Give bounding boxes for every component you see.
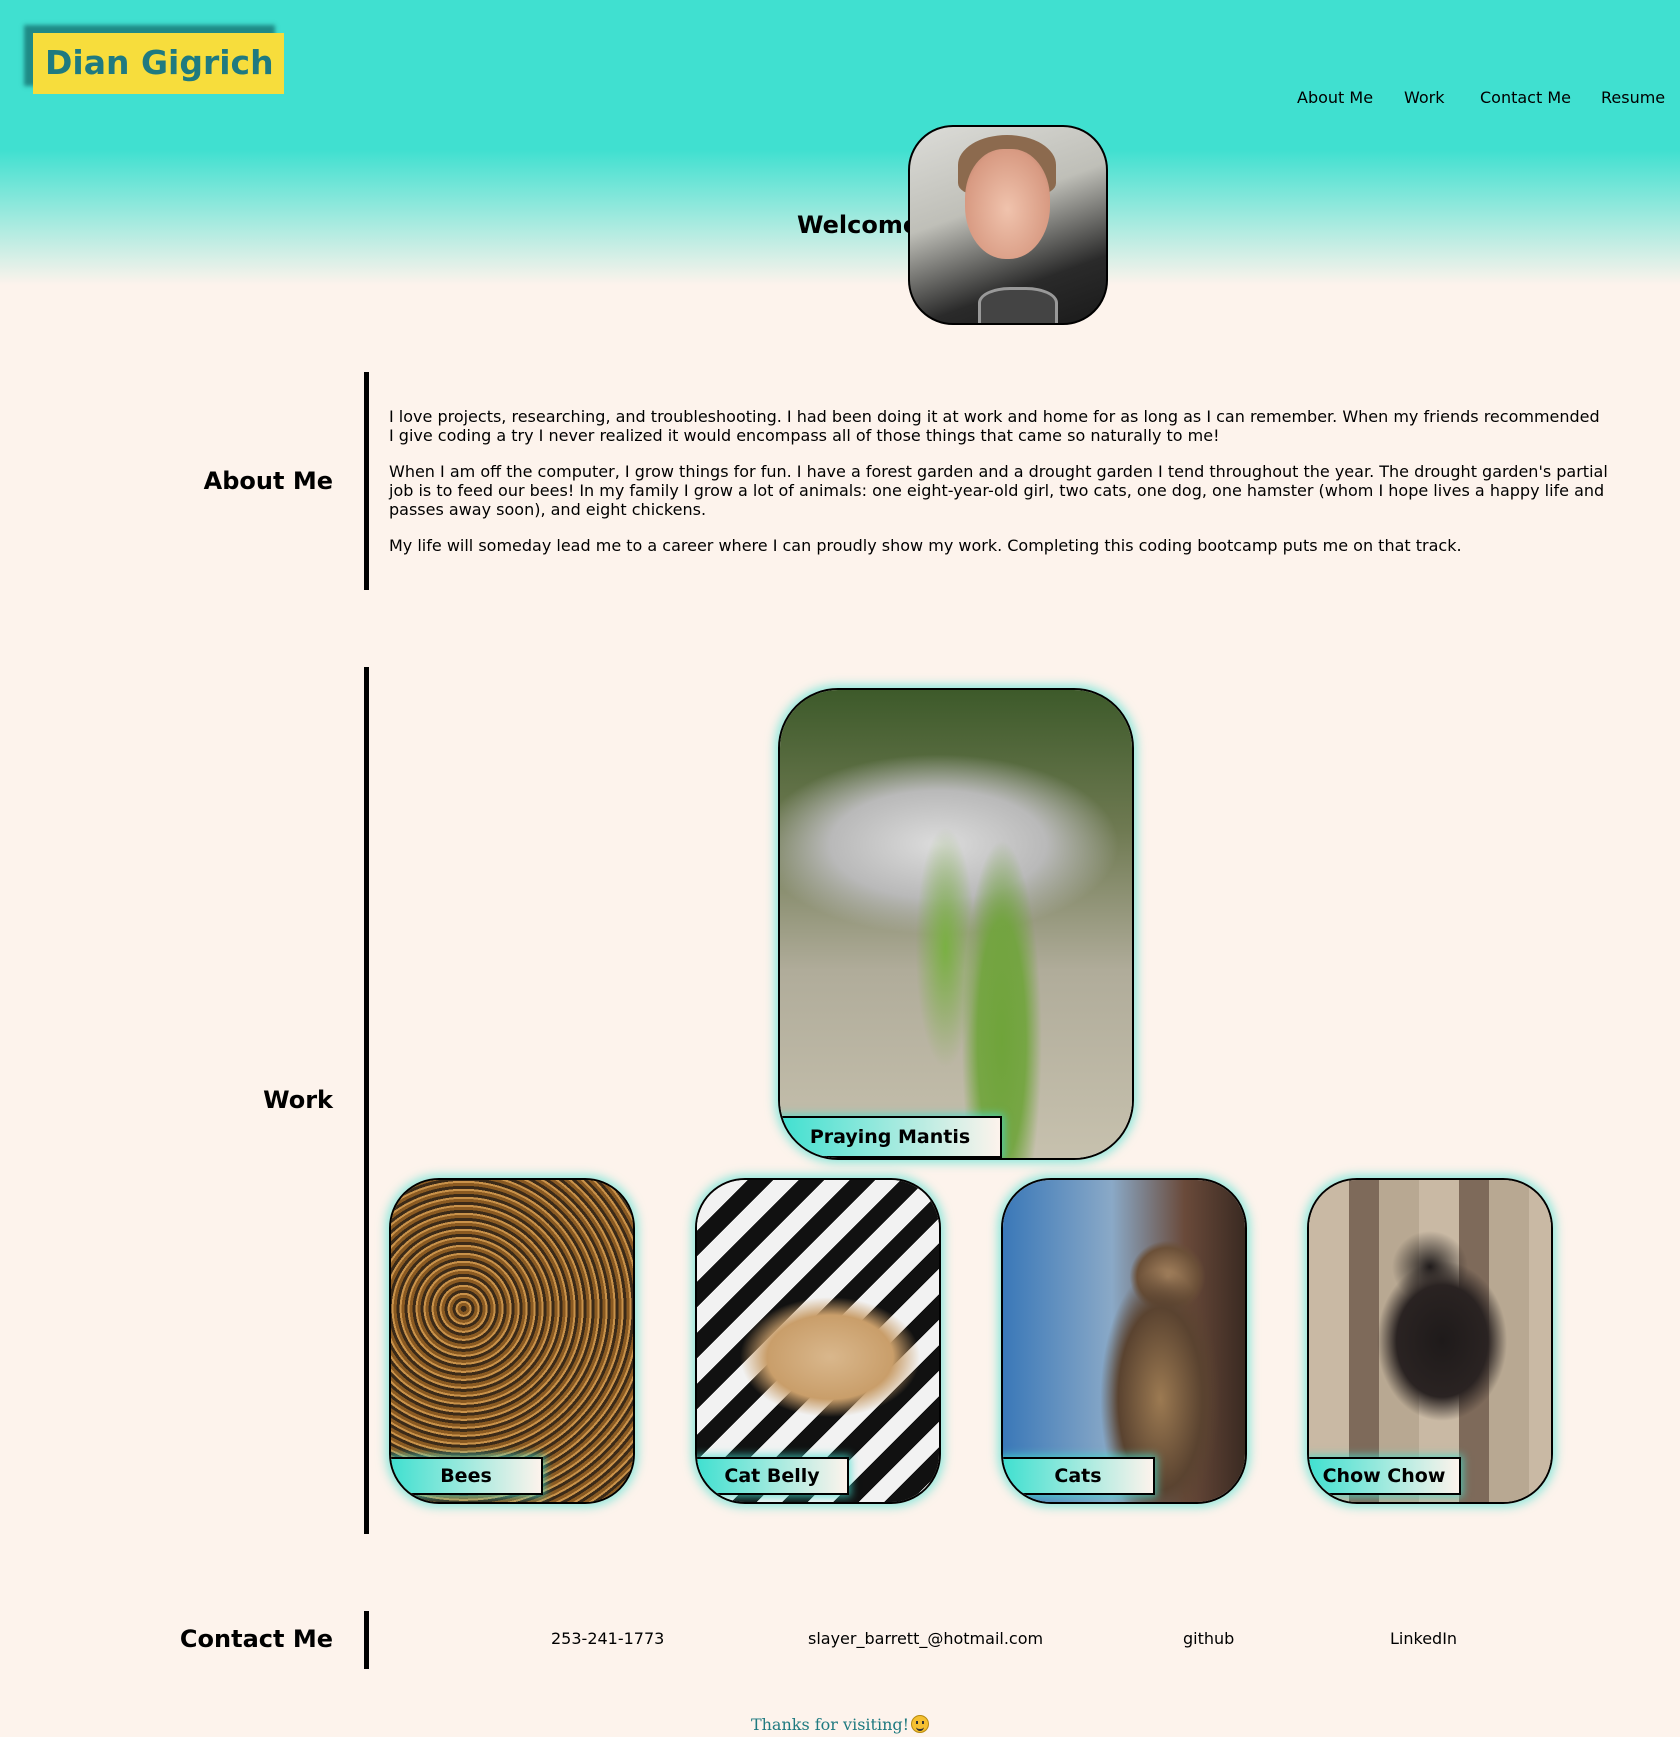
contact-divider [364,1611,369,1669]
work-card-cat-belly[interactable]: Cat Belly [695,1178,941,1504]
work-divider [364,667,369,1534]
about-paragraph-3: My life will someday lead me to a career… [389,536,1462,555]
profile-cup [978,287,1058,323]
about-paragraph-2: When I am off the computer, I grow thing… [389,462,1608,519]
work-label-cats[interactable]: Cats [1003,1457,1155,1495]
work-card-chow-chow[interactable]: Chow Chow [1307,1178,1553,1504]
work-label-bees[interactable]: Bees [391,1457,543,1495]
about-title: About Me [203,467,333,495]
nav-about-me[interactable]: About Me [1297,88,1373,107]
contact-email[interactable]: slayer_barrett_@hotmail.com [808,1629,1043,1648]
work-card-praying-mantis[interactable]: Praying Mantis [778,688,1134,1160]
about-text: I love projects, researching, and troubl… [389,407,1609,572]
praying-mantis-image [780,690,1132,1158]
footer-text: Thanks for visiting! [750,1715,910,1734]
about-paragraph-1: I love projects, researching, and troubl… [389,407,1600,445]
profile-face [965,149,1050,259]
smiley-icon [911,1715,930,1733]
work-card-cats[interactable]: Cats [1001,1178,1247,1504]
site-logo[interactable]: Dian Gigrich [33,33,284,94]
contact-github-link[interactable]: github [1183,1629,1234,1648]
contact-phone[interactable]: 253-241-1773 [551,1629,664,1648]
work-card-bees[interactable]: Bees [389,1178,635,1504]
work-label-chow-chow[interactable]: Chow Chow [1309,1457,1461,1495]
bees-image [391,1180,633,1502]
nav-work[interactable]: Work [1404,88,1445,107]
profile-photo [908,125,1108,325]
cats-image [1003,1180,1245,1502]
work-title: Work [263,1086,333,1114]
about-divider [364,372,369,590]
work-label-cat-belly[interactable]: Cat Belly [697,1457,849,1495]
nav-contact-me[interactable]: Contact Me [1480,88,1571,107]
contact-linkedin-link[interactable]: LinkedIn [1390,1629,1457,1648]
work-label-praying-mantis[interactable]: Praying Mantis [780,1116,1002,1158]
chow-chow-image [1309,1180,1551,1502]
contact-title: Contact Me [179,1625,333,1653]
header: Dian Gigrich About Me Work Contact Me Re… [0,0,1680,325]
footer: Thanks for visiting! [0,1715,1680,1734]
nav-resume[interactable]: Resume [1601,88,1665,107]
cat-belly-image [697,1180,939,1502]
